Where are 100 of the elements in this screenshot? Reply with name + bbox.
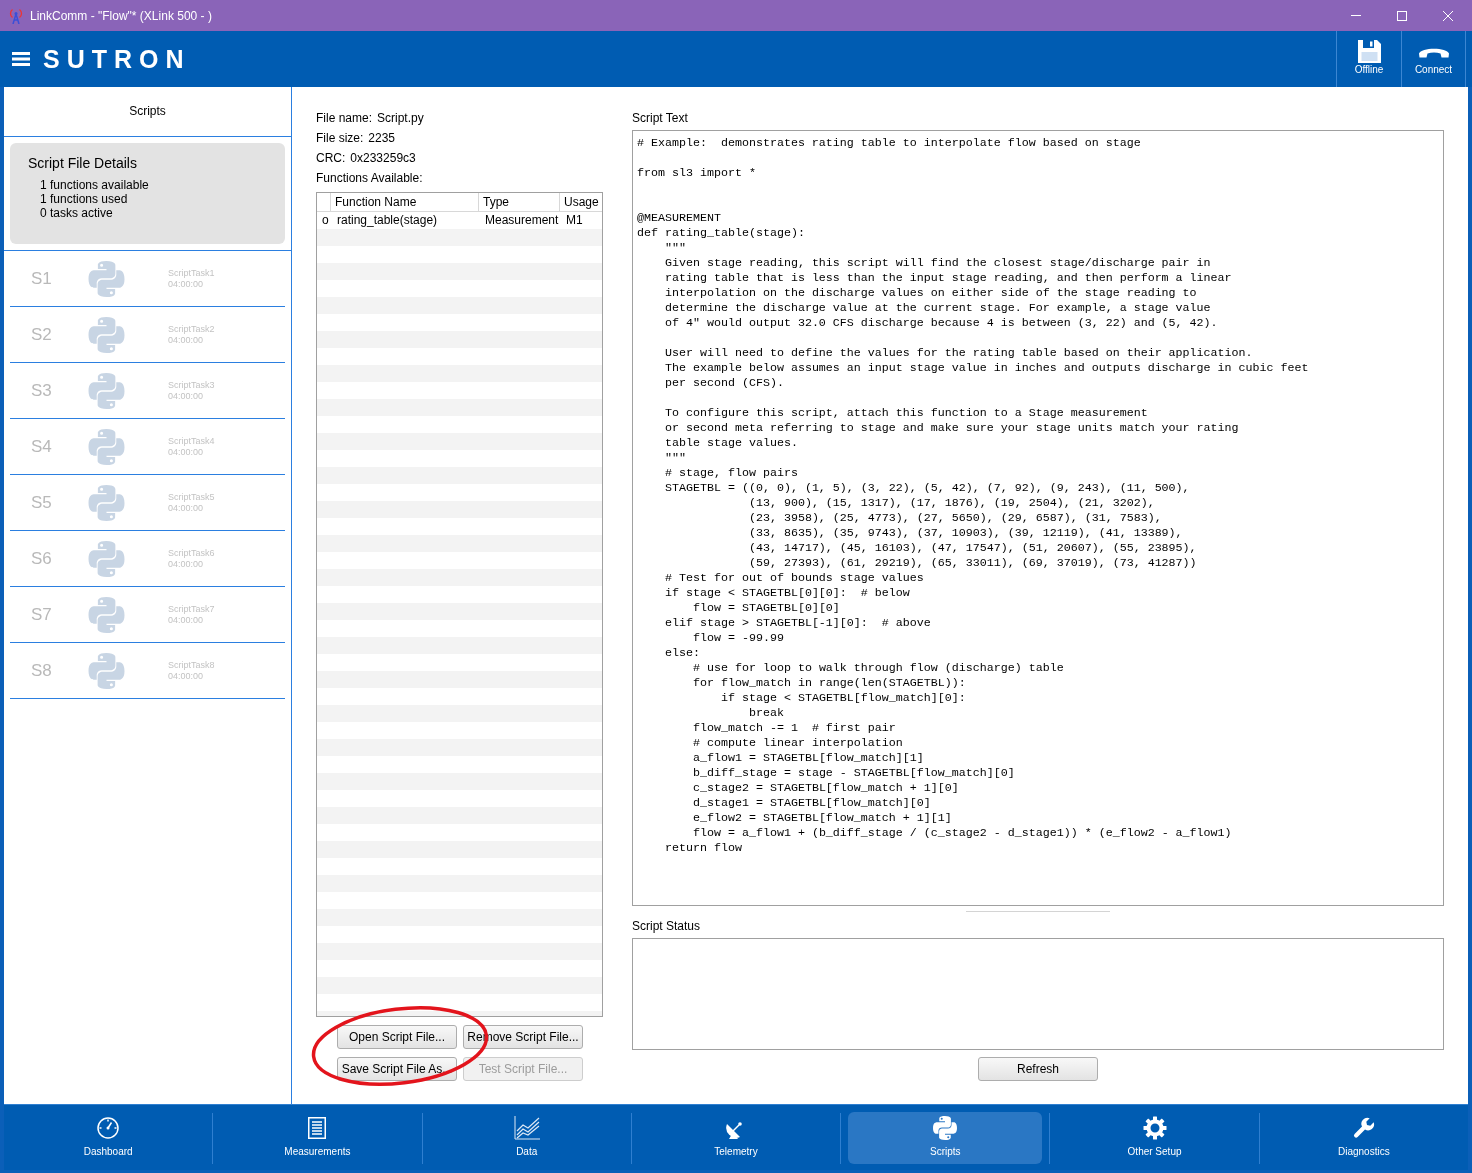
menu-icon (12, 52, 30, 66)
code-line: # Test for out of bounds stage values (665, 571, 924, 585)
file-info-value: Script.py (377, 110, 424, 127)
menu-button[interactable] (12, 52, 30, 66)
task-slot-label: S8 (31, 660, 53, 681)
code-line: def rating_table(stage): (637, 226, 805, 240)
code-line: (33, 8635), (35, 9743), (37, 10903), (39, 12119), (41, 13389), (748, 526, 1183, 540)
code-line: per second (CFS). (665, 376, 784, 390)
python-logo-icon (88, 260, 125, 297)
code-line: a_flow1 = STAGETBL[flow_match][1] (692, 751, 924, 765)
toolbar-button[interactable]: Offline (1336, 31, 1401, 87)
gear-icon (1142, 1116, 1167, 1140)
code-line: flow = a_flow1 + (b_diff_stage / (c_stage2 - d_stage1)) * (e_flow2 - a_flow1) (692, 826, 1232, 840)
task-slot-label: S4 (31, 436, 53, 457)
code-line: break (748, 706, 784, 720)
open-file-button[interactable]: Open Script File... (337, 1025, 457, 1049)
task-name: ScriptTask6 (168, 547, 215, 559)
section-label: Script Status (632, 918, 702, 935)
python-logo-icon (88, 596, 125, 633)
task-name: ScriptTask5 (168, 491, 215, 503)
file-info-label: File name: (316, 110, 373, 127)
code-line: """ (665, 451, 686, 465)
file-info-label: File size: (316, 130, 364, 147)
code-line: for flow_match in range(len(STAGETBL)): (692, 676, 966, 690)
python-logo-icon (88, 652, 125, 689)
task-name: ScriptTask1 (168, 267, 215, 279)
nav-tab[interactable]: Dashboard (11, 1112, 206, 1164)
wrench-icon (1351, 1116, 1376, 1140)
code-line: @MEASUREMENT (637, 211, 721, 225)
task-slot-label: S7 (31, 604, 53, 625)
code-line: e_flow2 = STAGETBL[flow_match + 1][1] (692, 811, 952, 825)
line-chart-icon (513, 1116, 540, 1140)
task-name: ScriptTask2 (168, 323, 215, 335)
code-line: rating table that is less than the input stage reading, and then perform a linear (665, 271, 1232, 285)
code-line: interpolation on the discharge values on either side of the stage reading to (665, 286, 1197, 300)
minimize-icon (1351, 15, 1361, 16)
python-logo-icon (933, 1116, 958, 1140)
details-line: 0 tasks active (40, 206, 114, 220)
nav-tab[interactable]: Other Setup (1057, 1112, 1252, 1164)
nav-tab[interactable]: Measurements (220, 1112, 415, 1164)
code-line: To configure this script, attach this function to a Stage measurement (665, 406, 1148, 420)
task-slot-label: S2 (31, 324, 53, 345)
code-line: d_stage1 = STAGETBL[flow_match][0] (692, 796, 931, 810)
section-label: Functions Available: (316, 170, 424, 187)
task-slot-label: S3 (31, 380, 53, 401)
table-cell-text: M1 (565, 212, 584, 229)
logo-text: SUTRON (43, 44, 191, 74)
code-line: determine the discharge value at the current stage. For example, a stage value (665, 301, 1211, 315)
nav-tab[interactable]: Data (429, 1112, 624, 1164)
table-cell-text: rating_table(stage) (336, 212, 439, 229)
code-line: (23, 3958), (25, 4773), (27, 5650), (29, 6587), (31, 7583), (748, 511, 1162, 525)
save-as-button[interactable]: Save Script File As... (337, 1057, 457, 1081)
column-header: Type (479, 193, 560, 211)
code-line: (43, 14717), (45, 16103), (47, 17547), (51, 20607), (55, 23895), (748, 541, 1197, 555)
code-line: of 4" would output 32.0 CFS discharge because 4 is between (3, 22) and (5, 42). (665, 316, 1218, 330)
code-line: # compute linear interpolation (692, 736, 903, 750)
antenna-icon (8, 7, 24, 24)
code-line: The example below assumes an input stage value in inches and outputs discharge in cubic feet (665, 361, 1309, 375)
task-slot-label: S1 (31, 268, 53, 289)
code-line: (13, 900), (15, 1317), (17, 1876), (19, 2504), (21, 3202), (748, 496, 1155, 510)
column-header: Usage (563, 194, 600, 211)
code-line: Given stage reading, this script will find the closest stage/discharge pair in (665, 256, 1211, 270)
code-line: # use for loop to walk through flow (discharge) table (692, 661, 1064, 675)
section-label: Script Text (632, 110, 689, 127)
nav-tab[interactable]: Diagnostics (1266, 1112, 1461, 1164)
file-info-value: 2235 (368, 130, 396, 147)
details-line: 1 functions used (40, 192, 129, 206)
code-line: elif stage > STAGETBL[-1][0]: # above (665, 616, 931, 630)
python-logo-icon (88, 428, 125, 465)
code-line: return flow (665, 841, 742, 855)
table-cell-text: Measurement (484, 212, 560, 229)
refresh-button[interactable]: Refresh (978, 1057, 1098, 1081)
task-name: ScriptTask4 (168, 435, 215, 447)
code-line: # stage, flow pairs (665, 466, 798, 480)
python-logo-icon (88, 372, 125, 409)
column-header: Function Name (331, 193, 479, 211)
row-marker: o (321, 212, 330, 229)
code-line: STAGETBL = ((0, 0), (1, 5), (3, 22), (5, 42), (7, 92), (9, 243), (11, 500), (665, 481, 1190, 495)
code-line: else: (665, 646, 700, 660)
task-name: ScriptTask3 (168, 379, 215, 391)
code-line: flow = -99.99 (692, 631, 784, 645)
task-name: ScriptTask7 (168, 603, 215, 615)
task-slot-label: S5 (31, 492, 53, 513)
details-title: Script File Details (28, 154, 138, 172)
gauge-icon (97, 1117, 120, 1139)
file-info-value: 0x233259c3 (350, 150, 416, 167)
code-line: flow = STAGETBL[0][0] (692, 601, 840, 615)
nav-tab[interactable]: Scripts (848, 1112, 1043, 1164)
code-line: if stage < STAGETBL[flow_match][0]: (720, 691, 966, 705)
panel-title: Scripts (129, 103, 166, 118)
close-icon (1443, 10, 1453, 21)
details-line: 1 functions available (40, 178, 150, 192)
file-info-label: CRC: (316, 150, 346, 167)
task-slot-label: S6 (31, 548, 53, 569)
python-logo-icon (88, 540, 125, 577)
task-name: ScriptTask8 (168, 659, 215, 671)
python-logo-icon (88, 484, 125, 521)
nav-tab[interactable]: Telemetry (638, 1112, 834, 1164)
code-line: from sl3 import * (637, 166, 756, 180)
document-icon (308, 1117, 327, 1139)
